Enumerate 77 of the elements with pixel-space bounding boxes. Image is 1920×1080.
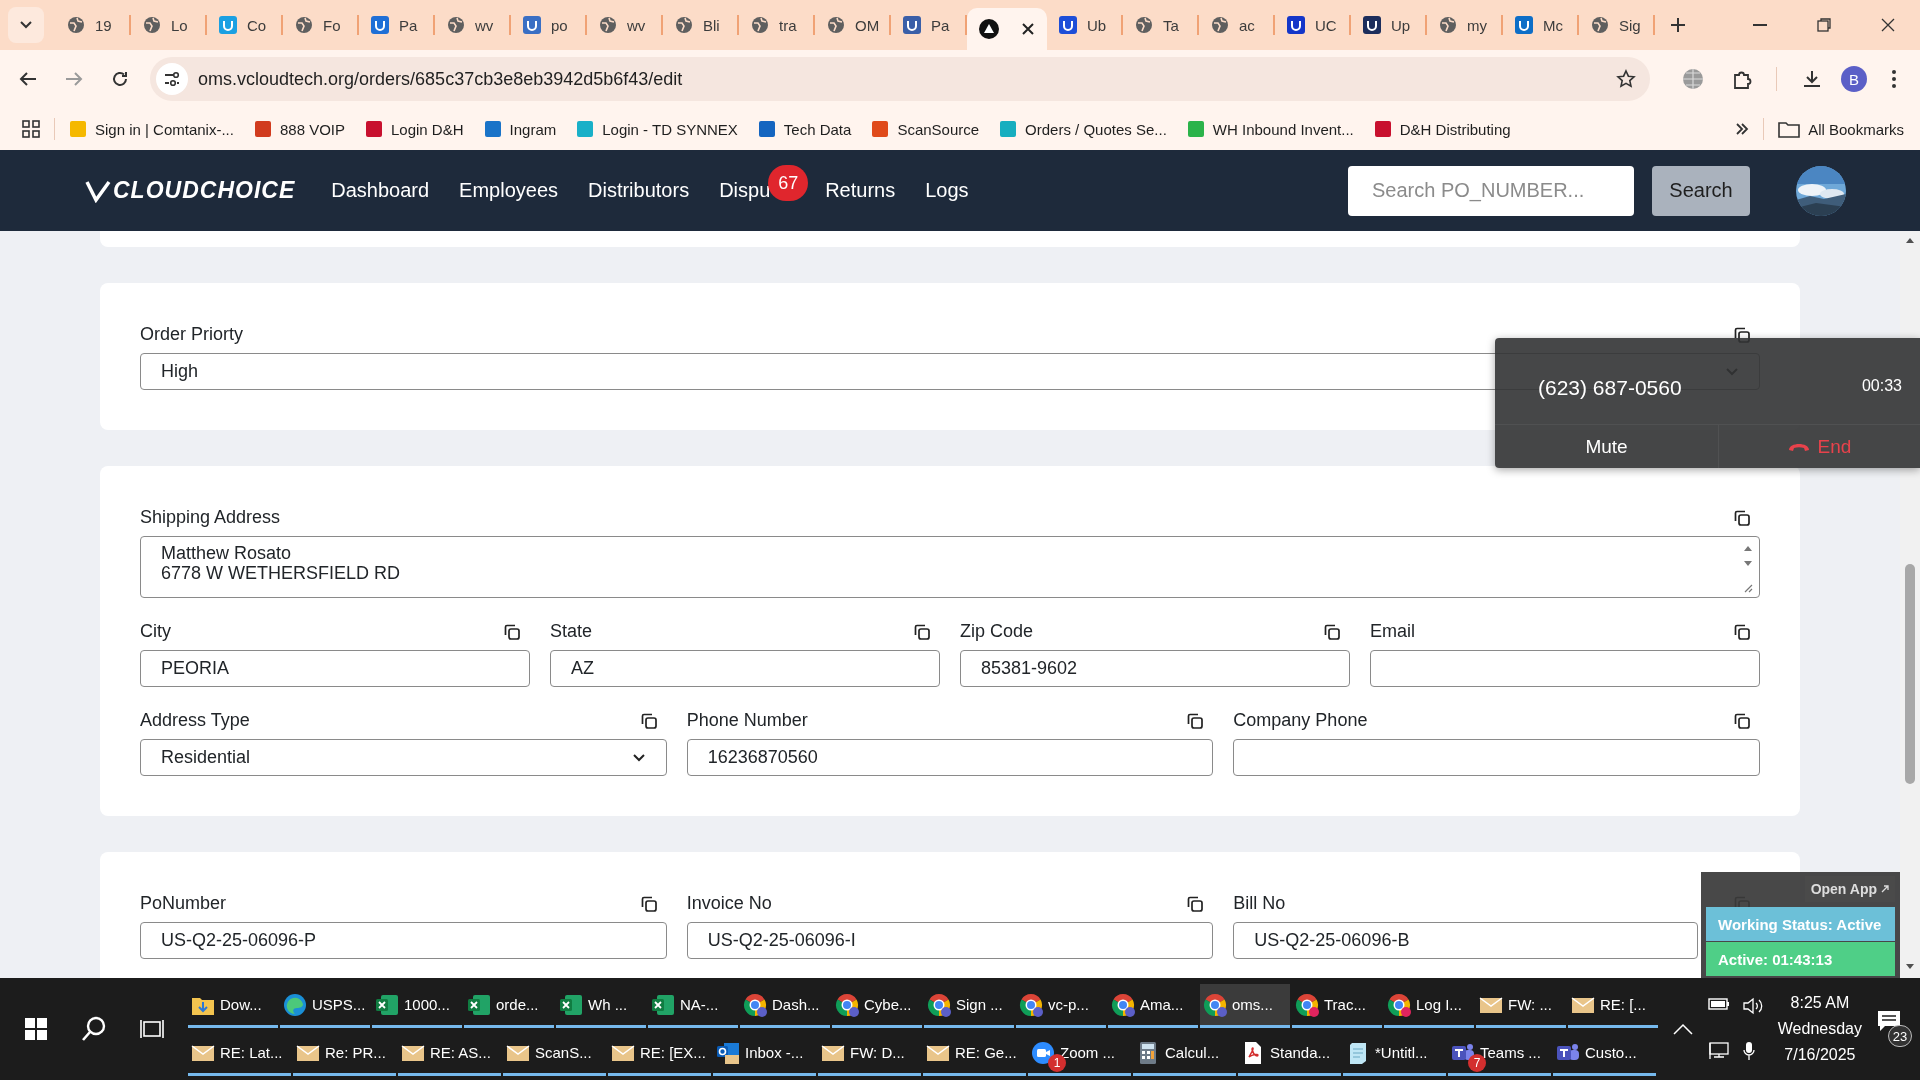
field-label: Company Phone bbox=[1233, 710, 1368, 731]
taskbar-button[interactable]: Dow... bbox=[188, 984, 278, 1028]
field-label: Email bbox=[1370, 621, 1415, 642]
working-status-bar: Working Status: Active bbox=[1706, 907, 1895, 941]
taskbar-button[interactable]: Inbox -... bbox=[713, 1032, 816, 1076]
taskbar-button[interactable]: RE: [... bbox=[1568, 984, 1658, 1028]
all-bookmarks-button[interactable]: All Bookmarks bbox=[1778, 120, 1904, 138]
profile-button[interactable]: B bbox=[1841, 66, 1867, 92]
taskbar-button[interactable]: *Untitl... bbox=[1343, 1032, 1446, 1076]
bookmark-link[interactable]: Login D&H bbox=[365, 120, 464, 138]
taskbar-button[interactable]: Standa... bbox=[1238, 1032, 1341, 1076]
taskbar-button[interactable]: Log I... bbox=[1384, 984, 1474, 1028]
taskbar-button[interactable]: 1000... bbox=[372, 984, 462, 1028]
field-label: Bill No bbox=[1233, 893, 1286, 914]
input-field[interactable]: US-Q2-25-06096-B bbox=[1233, 922, 1698, 959]
taskbar-button[interactable]: NA-... bbox=[648, 984, 738, 1028]
bookmark-link[interactable]: D&H Distributing bbox=[1373, 120, 1511, 138]
taskbar-button[interactable]: RE: AS... bbox=[398, 1032, 501, 1076]
taskbar-button[interactable]: ScanS... bbox=[503, 1032, 606, 1076]
taskbar-button[interactable]: Ama... bbox=[1108, 984, 1198, 1028]
bookmark-link[interactable]: Tech Data bbox=[757, 120, 852, 138]
taskbar-button[interactable]: Sign ... bbox=[924, 984, 1014, 1028]
active-timer-bar: Active: 01:43:13 bbox=[1706, 942, 1895, 976]
mute-button[interactable]: Mute bbox=[1495, 425, 1718, 468]
taskbar-button[interactable]: vc-p... bbox=[1016, 984, 1106, 1028]
input-field[interactable]: 16236870560 bbox=[686, 739, 1214, 776]
taskbar-button[interactable]: FW: ... bbox=[1476, 984, 1566, 1028]
field-label: Order Priorty bbox=[140, 324, 244, 345]
taskbar-button[interactable]: RE: Lat... bbox=[188, 1032, 291, 1076]
field-label: State bbox=[550, 621, 593, 642]
input-field[interactable]: AZ bbox=[550, 650, 940, 687]
taskbar-button[interactable]: Calcul... bbox=[1133, 1032, 1236, 1076]
brand-logo: CLOUDCHOICE bbox=[113, 177, 296, 204]
address-bar[interactable]: oms.vcloudtech.org/orders/685c37cb3e8eb3942d5b6f43/edit bbox=[150, 57, 1650, 101]
count-badge: 67 bbox=[768, 165, 809, 201]
address-field[interactable]: Matthew Rosato 6778 W WETHERSFIELD RD bbox=[140, 536, 1760, 598]
call-timer: 00:33 bbox=[1861, 377, 1902, 395]
bookmark-link[interactable]: WH Inbound Invent... bbox=[1186, 120, 1354, 138]
nav-link[interactable]: Employees bbox=[459, 179, 558, 201]
bookmark-link[interactable]: Ingram bbox=[483, 120, 557, 138]
taskbar-button[interactable]: Re: PR... bbox=[293, 1032, 396, 1076]
input-field[interactable]: US-Q2-25-06096-I bbox=[686, 922, 1214, 959]
bookmark-link[interactable]: Login - TD SYNNEX bbox=[576, 120, 738, 138]
taskbar-button[interactable]: Dash... bbox=[740, 984, 830, 1028]
taskbar-button[interactable]: RE: [EX... bbox=[608, 1032, 711, 1076]
count-badge: 23 bbox=[1888, 1025, 1912, 1047]
input-field[interactable]: US-Q2-25-06096-P bbox=[140, 922, 667, 959]
taskbar-button[interactable]: FW: D... bbox=[818, 1032, 921, 1076]
nav-link[interactable]: Distributors bbox=[588, 179, 690, 201]
select-field[interactable]: Residential bbox=[140, 739, 667, 776]
field-label: Phone Number bbox=[686, 710, 808, 731]
field-label: Zip Code bbox=[960, 621, 1034, 642]
taskbar-button[interactable]: Trac... bbox=[1292, 984, 1382, 1028]
taskbar-button[interactable]: orde... bbox=[464, 984, 554, 1028]
taskbar-button[interactable]: Wh ... bbox=[556, 984, 646, 1028]
input-field[interactable]: 85381-9602 bbox=[960, 650, 1350, 687]
taskbar-button[interactable]: Cybe... bbox=[832, 984, 922, 1028]
nav-link[interactable]: Dashboard bbox=[331, 179, 430, 201]
bookmark-link[interactable]: 888 VOIP bbox=[253, 120, 345, 138]
bookmark-link[interactable]: Orders / Quotes Se... bbox=[999, 120, 1167, 138]
nav-link[interactable]: Returns bbox=[825, 179, 896, 201]
bookmark-link[interactable]: Sign in | Comtanix-... bbox=[69, 120, 234, 138]
clock[interactable]: 8:25 AM Wednesday 7/16/2025 bbox=[1777, 994, 1862, 1064]
field-label: City bbox=[140, 621, 171, 642]
taskbar-button[interactable]: RE: Ge... bbox=[923, 1032, 1026, 1076]
taskbar-button[interactable]: USPS... bbox=[280, 984, 370, 1028]
taskbar-button[interactable]: oms... bbox=[1200, 984, 1290, 1028]
bookmark-link[interactable]: ScanSource bbox=[871, 120, 980, 138]
field-label: Address Type bbox=[140, 710, 250, 731]
nav-link[interactable]: Dispu bbox=[719, 179, 771, 201]
taskbar-button[interactable]: Custo... bbox=[1553, 1032, 1656, 1076]
field-label: Invoice No bbox=[686, 893, 772, 914]
field-label: Shipping Address bbox=[140, 507, 281, 528]
search-button[interactable]: Search bbox=[1652, 165, 1750, 216]
input-field[interactable]: PEORIA bbox=[140, 650, 530, 687]
field-label: PoNumber bbox=[140, 893, 227, 914]
nav-link[interactable]: Logs bbox=[925, 179, 969, 201]
